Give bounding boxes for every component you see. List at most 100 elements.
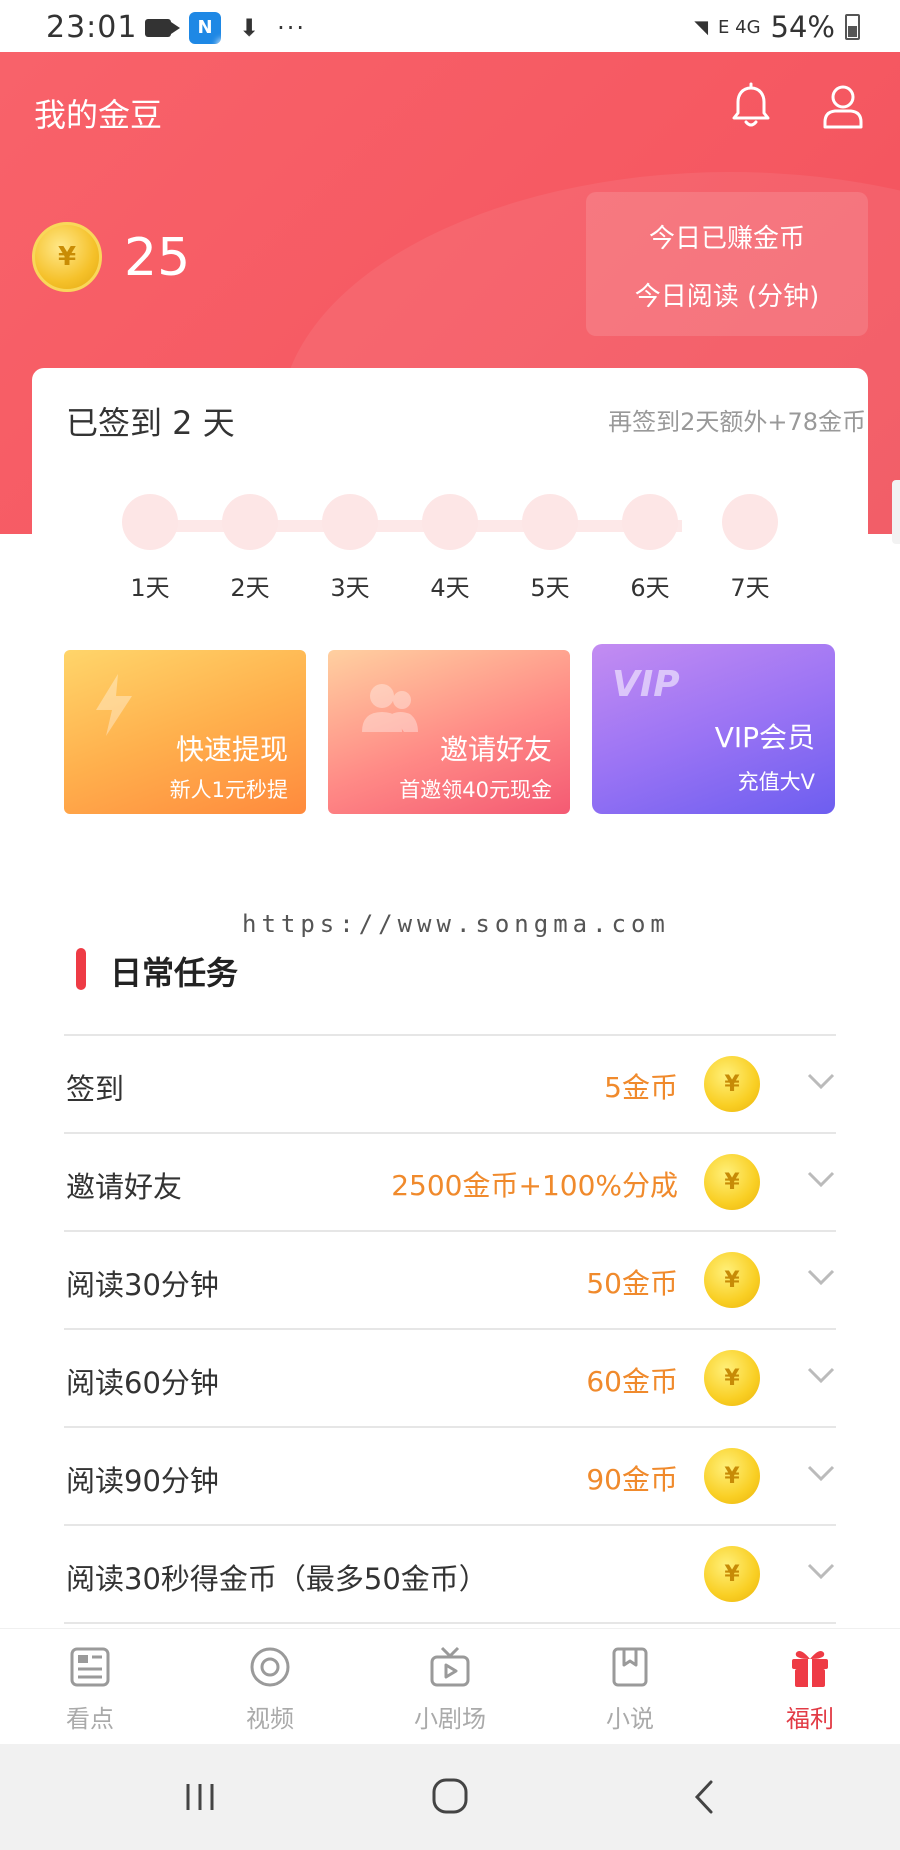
tab-novel[interactable]: 小说 [570, 1645, 690, 1734]
tab-welfare[interactable]: 福利 [750, 1645, 870, 1734]
sign-bonus-text: 再签到2天额外+78金币 [608, 408, 866, 436]
signed-days-text: 已签到 2 天 [66, 404, 235, 442]
daily-tasks-title: 日常任务 [110, 954, 239, 992]
welfare-page: 23:01 N ⬇ ··· ◥ E 4G 54% 我的金豆 ¥ 25 今日已赚金… [0, 0, 900, 1850]
coin-symbol: ¥ [57, 242, 77, 272]
coin-balance: 25 [124, 228, 191, 288]
chevron-down-icon[interactable] [806, 1556, 836, 1586]
coin-icon: ¥ [704, 1448, 760, 1504]
video-icon [250, 1647, 290, 1687]
task-name: 邀请好友 [66, 1170, 183, 1204]
task-row[interactable]: 阅读90分钟 90金币 ¥ [64, 1428, 836, 1526]
sign-day-label: 3天 [330, 574, 370, 602]
battery-icon [845, 14, 860, 40]
section-accent-bar [76, 948, 86, 990]
task-name: 阅读90分钟 [66, 1464, 219, 1498]
lightning-icon [96, 674, 132, 736]
bottom-navigation: 看点 视频 小剧场 小说 福利 [0, 1628, 900, 1744]
status-time: 23:01 [46, 10, 138, 45]
task-name: 阅读30秒得金币（最多50金币） [66, 1562, 488, 1596]
video-camera-icon [145, 19, 180, 37]
task-reward: 50金币 [586, 1267, 678, 1300]
today-earned-label: 今日已赚金币 [648, 224, 805, 254]
promo-title: VIP会员 [714, 721, 815, 754]
side-edge-handle[interactable] [892, 480, 900, 544]
tab-news[interactable]: 看点 [30, 1645, 150, 1734]
status-bar: 23:01 N ⬇ ··· ◥ E 4G 54% [0, 0, 900, 68]
task-row[interactable]: 阅读60分钟 60金币 ¥ [64, 1330, 836, 1428]
task-row[interactable]: 阅读30秒得金币（最多50金币） ¥ [64, 1526, 836, 1624]
coin-icon: ¥ [704, 1546, 760, 1602]
task-name: 阅读60分钟 [66, 1366, 219, 1400]
coin-icon: ¥ [704, 1154, 760, 1210]
home-icon[interactable] [420, 1772, 480, 1822]
task-reward: 5金币 [604, 1071, 678, 1104]
tab-theater[interactable]: 小剧场 [390, 1645, 510, 1734]
task-name: 阅读30分钟 [66, 1268, 219, 1302]
task-reward: 2500金币+100%分成 [391, 1169, 678, 1202]
promo-title: 快速提现 [175, 733, 288, 766]
sign-day-label: 7天 [730, 574, 770, 602]
chevron-down-icon[interactable] [806, 1066, 836, 1096]
promo-title: 邀请好友 [439, 733, 552, 766]
gift-icon [792, 1651, 828, 1687]
watermark-text: https://www.songma.com [242, 910, 670, 938]
wifi-icon: ◥ [694, 16, 709, 38]
task-row[interactable]: 阅读30分钟 50金币 ¥ [64, 1232, 836, 1330]
battery-percent: 54% [770, 10, 835, 44]
page-title: 我的金豆 [34, 96, 163, 134]
promo-subtitle: 新人1元秒提 [169, 778, 288, 802]
promo-subtitle: 首邀领40元现金 [399, 778, 552, 802]
coin-icon: ¥ [704, 1350, 760, 1406]
sign-in-card: 已签到 2 天 再签到2天额外+78金币 1天 2天 3天 4天 5天 6天 7… [32, 368, 868, 688]
system-navigation-bar [0, 1744, 900, 1850]
sign-day-dot-7[interactable] [722, 494, 778, 550]
app-notification-icon: N [189, 12, 221, 44]
task-row[interactable]: 邀请好友 2500金币+100%分成 ¥ [64, 1134, 836, 1232]
user-profile-icon[interactable] [820, 82, 866, 130]
task-row[interactable]: 签到 5金币 ¥ [64, 1036, 836, 1134]
quick-withdraw-card[interactable]: 快速提现 新人1元秒提 [64, 650, 306, 814]
today-stats-box[interactable]: 今日已赚金币 今日阅读 (分钟) [586, 192, 868, 336]
back-icon[interactable] [675, 1772, 735, 1822]
sign-day-label: 6天 [630, 574, 670, 602]
bell-icon[interactable] [728, 82, 774, 130]
invite-friends-card[interactable]: 邀请好友 首邀领40元现金 [328, 650, 570, 814]
promo-subtitle: 充值大V [737, 770, 815, 794]
today-read-label: 今日阅读 (分钟) [634, 282, 820, 312]
chevron-down-icon[interactable] [806, 1262, 836, 1292]
sign-day-label: 1天 [130, 574, 170, 602]
recent-apps-icon[interactable] [170, 1772, 230, 1822]
sign-day-dot-3[interactable] [322, 494, 378, 550]
tab-label: 福利 [786, 1705, 834, 1733]
chevron-down-icon[interactable] [806, 1164, 836, 1194]
tab-label: 小剧场 [414, 1705, 486, 1733]
tab-label: 看点 [66, 1705, 114, 1733]
sign-day-dot-4[interactable] [422, 494, 478, 550]
sign-day-label: 4天 [430, 574, 470, 602]
task-reward: 90金币 [586, 1463, 678, 1496]
tab-label: 视频 [246, 1705, 294, 1733]
tv-icon [430, 1646, 470, 1687]
gold-coin-icon: ¥ [32, 222, 102, 292]
coin-icon: ¥ [704, 1252, 760, 1308]
sign-day-label: 5天 [530, 574, 570, 602]
sign-day-dot-6[interactable] [622, 494, 678, 550]
sign-day-dot-5[interactable] [522, 494, 578, 550]
chevron-down-icon[interactable] [806, 1458, 836, 1488]
tab-label: 小说 [606, 1705, 654, 1733]
sign-day-dot-2[interactable] [222, 494, 278, 550]
chevron-down-icon[interactable] [806, 1360, 836, 1390]
vip-member-card[interactable]: VIP VIP会员 充值大V [592, 644, 835, 814]
vip-logo-icon: VIP [612, 664, 680, 705]
status-system-icons: ◥ E 4G 54% [694, 10, 860, 44]
news-icon [70, 1647, 110, 1687]
signal-icon: E 4G [718, 16, 761, 38]
tab-video[interactable]: 视频 [210, 1645, 330, 1734]
task-reward: 60金币 [586, 1365, 678, 1398]
sign-day-dot-1[interactable] [122, 494, 178, 550]
sign-day-label: 2天 [230, 574, 270, 602]
friends-icon [362, 684, 418, 732]
book-icon [612, 1647, 648, 1687]
coin-icon: ¥ [704, 1056, 760, 1112]
